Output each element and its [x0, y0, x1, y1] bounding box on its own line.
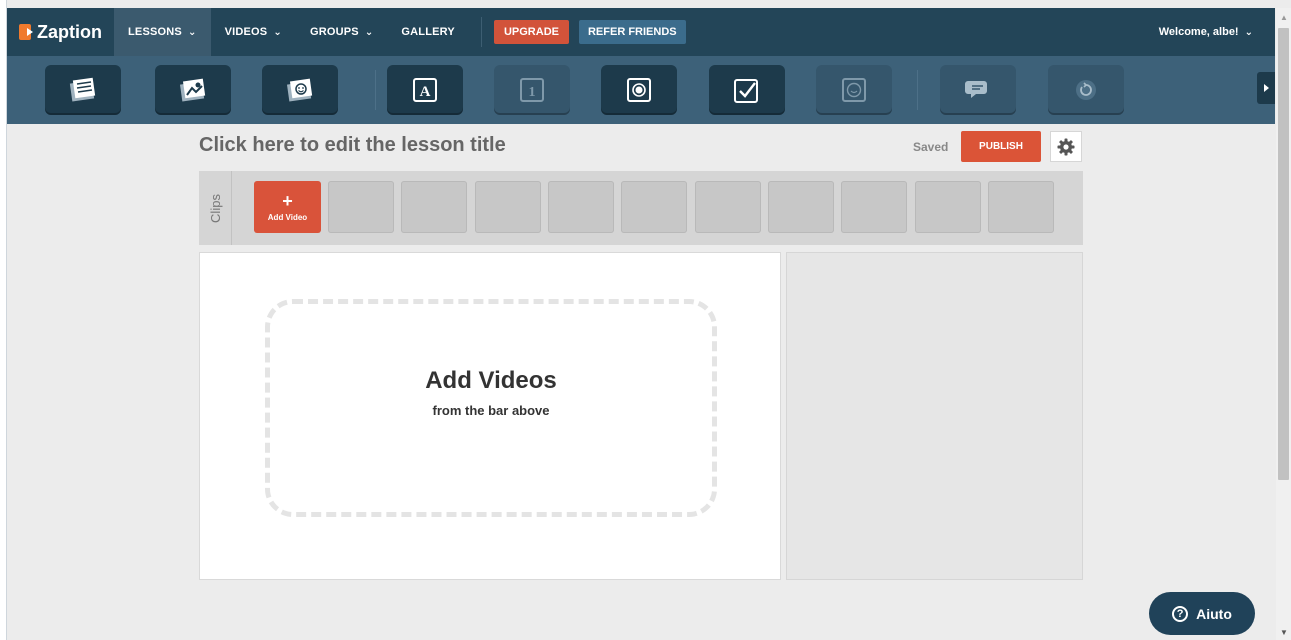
clip-slot [841, 181, 907, 233]
emoji-poll-icon [842, 78, 866, 102]
tool-numeric-response[interactable]: 1 [494, 65, 570, 115]
clip-slot [915, 181, 981, 233]
clip-slot [621, 181, 687, 233]
numeric-response-icon: 1 [520, 78, 544, 102]
plus-icon: + [282, 190, 293, 211]
brand-logo[interactable]: Zaption [7, 8, 114, 56]
open-response-glyph: A [420, 84, 431, 100]
numeric-response-glyph: 1 [529, 85, 536, 100]
window-frame [0, 0, 7, 640]
nav-videos-label: VIDEOS [224, 26, 268, 38]
drawing-icon [286, 78, 313, 102]
chevron-down-icon: ⌄ [273, 26, 282, 38]
multiple-choice-icon [627, 78, 651, 102]
help-label: Aiuto [1196, 605, 1232, 622]
toolbar-divider [375, 70, 376, 110]
chevron-down-icon: ⌄ [364, 26, 374, 38]
add-video-label: Add Video [267, 212, 308, 222]
chevron-right-icon [1264, 84, 1269, 92]
tool-text-block[interactable] [45, 65, 121, 115]
toolbar-divider [917, 70, 918, 110]
clip-slot [988, 181, 1054, 233]
user-menu[interactable]: Welcome, albe! ⌄ [1159, 26, 1253, 38]
tool-image[interactable] [155, 65, 231, 115]
upgrade-button[interactable]: UPGRADE [493, 20, 569, 44]
tool-drawing[interactable] [262, 65, 338, 115]
tool-open-response[interactable]: A [387, 65, 463, 115]
clip-slot [401, 181, 467, 233]
help-button[interactable]: ? Aiuto [1149, 592, 1255, 635]
tool-jump[interactable] [1048, 65, 1124, 115]
publish-button[interactable]: PUBLISH [961, 131, 1041, 162]
nav-videos[interactable]: VIDEOS ⌄ [211, 8, 296, 56]
discussion-icon [965, 81, 987, 98]
refer-friends-button[interactable]: REFER FRIENDS [578, 20, 686, 44]
question-toolbar: A 1 [7, 56, 1275, 124]
checkbox-icon [734, 79, 758, 103]
nav-divider [480, 17, 482, 47]
clip-slot [695, 181, 761, 233]
chevron-down-icon: ⌄ [1244, 26, 1253, 38]
clip-slot [475, 181, 541, 233]
nav-gallery-label: GALLERY [401, 26, 455, 38]
welcome-label: Welcome, albe! [1158, 26, 1239, 38]
scroll-up-arrow-icon[interactable]: ▲ [1280, 13, 1288, 22]
clips-bar: Clips + Add Video [199, 171, 1083, 245]
open-response-icon: A [413, 78, 437, 102]
dropzone-title: Add Videos [425, 367, 557, 394]
question-side-panel [786, 252, 1083, 580]
settings-button[interactable] [1050, 131, 1082, 162]
clip-slot [768, 181, 834, 233]
gear-icon [1057, 138, 1075, 155]
clips-label: Clips [199, 171, 232, 245]
dropzone-subtitle: from the bar above [432, 403, 550, 418]
tool-emoji-poll[interactable] [816, 65, 892, 115]
scroll-thumb[interactable] [1278, 28, 1289, 480]
lesson-title[interactable]: Click here to edit the lesson title [199, 134, 506, 157]
top-navigation: Zaption LESSONS ⌄ VIDEOS ⌄ GROUPS ⌄ GALL… [7, 8, 1275, 56]
page-scrollbar[interactable]: ▲ ▼ [1276, 8, 1291, 640]
toolbar-next-button[interactable] [1257, 72, 1275, 104]
jump-icon [1076, 80, 1096, 100]
video-drop-panel: Add Videos from the bar above [199, 252, 781, 580]
chevron-down-icon: ⌄ [187, 26, 197, 38]
clip-slot [548, 181, 614, 233]
nav-groups[interactable]: GROUPS ⌄ [296, 8, 387, 56]
clips-label-text: Clips [207, 193, 223, 223]
tool-checkbox[interactable] [709, 65, 785, 115]
nav-groups-label: GROUPS [309, 26, 359, 38]
brand-name: Zaption [37, 21, 102, 42]
nav-lessons[interactable]: LESSONS ⌄ [114, 8, 211, 56]
scroll-down-arrow-icon[interactable]: ▼ [1280, 628, 1288, 637]
zaption-logo-icon [19, 24, 33, 40]
tool-discussion[interactable] [940, 65, 1016, 115]
image-icon [179, 78, 206, 102]
tool-multiple-choice[interactable] [601, 65, 677, 115]
help-icon: ? [1172, 605, 1189, 622]
nav-lessons-label: LESSONS [128, 26, 182, 38]
add-video-button[interactable]: + Add Video [254, 181, 321, 233]
clip-slot [328, 181, 394, 233]
nav-gallery[interactable]: GALLERY [387, 8, 469, 56]
text-block-icon [69, 77, 96, 102]
save-status: Saved [913, 140, 949, 154]
